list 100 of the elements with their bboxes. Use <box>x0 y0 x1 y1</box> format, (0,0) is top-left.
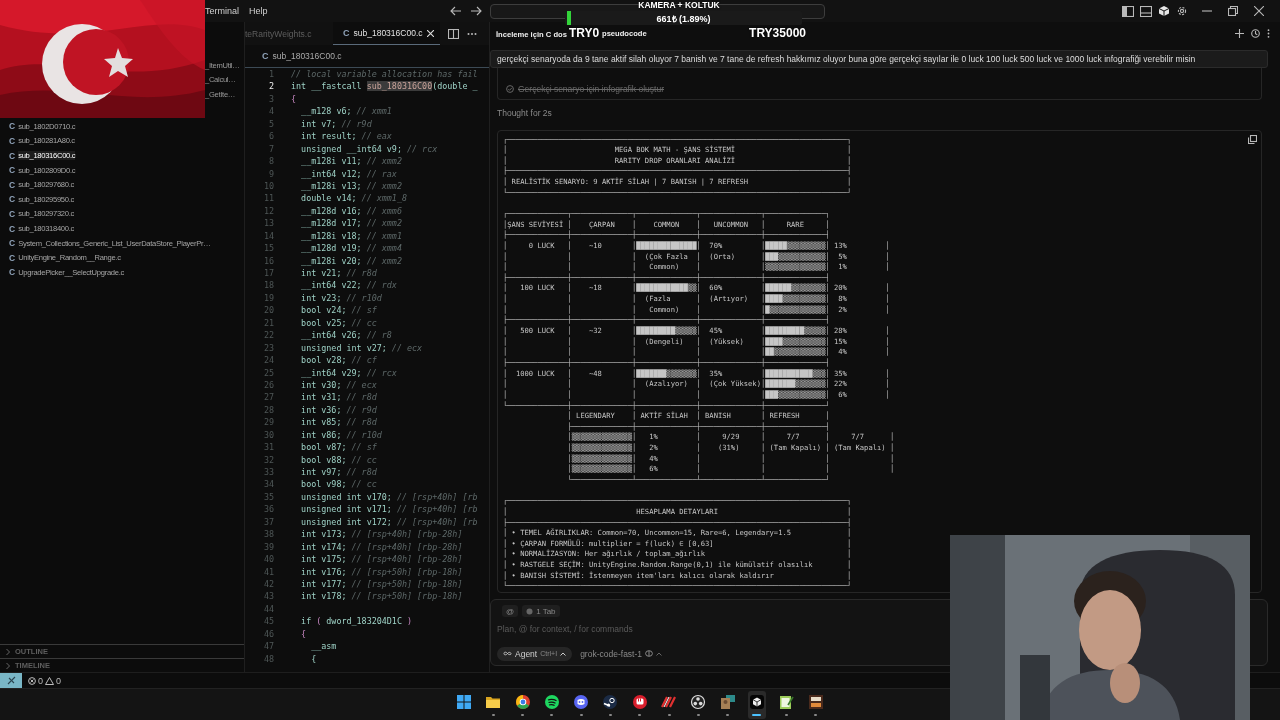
error-icon <box>28 676 36 685</box>
code-line: int v175; // [rsp+40h] [rbp-28h] <box>300 553 463 566</box>
line-number: 5 <box>267 117 274 131</box>
more-icon[interactable] <box>1267 29 1270 38</box>
line-number: 42 <box>262 577 274 591</box>
line-number: 17 <box>262 267 274 280</box>
code-line: int v174; // [rsp+40h] [rbp-28h] <box>300 540 463 554</box>
code-line: int v85; // r8d <box>300 416 377 429</box>
code-line: int v21; // r8d <box>300 267 377 280</box>
code-line: __m128i v18; // xmm1 <box>300 229 402 243</box>
sound-waves-icon <box>543 693 560 710</box>
code-line: bool v25; // cc <box>300 316 377 330</box>
tab-icon <box>526 607 534 615</box>
remote-button[interactable] <box>0 673 22 688</box>
code-line: __int64 v12; // rax <box>300 167 397 180</box>
taskbar-app-button[interactable] <box>747 690 766 719</box>
line-number: 14 <box>262 229 274 243</box>
line-number: 10 <box>262 179 274 193</box>
warning-icon <box>45 676 54 685</box>
plus-icon[interactable] <box>1235 29 1244 38</box>
history-icon[interactable] <box>1251 29 1260 38</box>
cube-icon[interactable] <box>1158 5 1170 17</box>
file-icon: C <box>9 121 16 132</box>
infinity-icon <box>503 651 512 657</box>
code-line: __m128 v6; // xmm1 <box>300 105 392 118</box>
line-number: 20 <box>262 304 274 317</box>
code-line: unsigned int v27; // ecx <box>300 341 423 355</box>
line-number: 12 <box>262 204 274 218</box>
code-line: unsigned int v170; // [rsp+40h] [rb <box>300 490 478 504</box>
goal-start-label: TRY0 <box>569 25 600 41</box>
model-selector[interactable]: grok-code-fast-1 <box>580 648 663 659</box>
file-icon: C <box>343 28 350 38</box>
line-number: 44 <box>262 602 274 616</box>
line-number: 48 <box>262 652 274 665</box>
panel-icon[interactable] <box>1140 5 1152 17</box>
code-line: __m128d v19; // xmm4 <box>300 242 402 255</box>
code-line: bool v98; // cc <box>300 478 377 491</box>
game-icon <box>807 693 824 710</box>
code-line: int v36; // r9d <box>300 403 377 417</box>
sidebar-toggle-icon[interactable] <box>1122 5 1134 17</box>
code-line: unsigned int v171; // [rsp+40h] [rb <box>300 503 478 516</box>
code-line: int __fastcall sub_180316C00(double _ <box>291 80 478 93</box>
mention-button[interactable]: @ <box>502 605 519 618</box>
editor-tab[interactable]: C sub_180316C00.c <box>333 22 440 45</box>
breadcrumb-item[interactable]: sub_180316C00.c <box>272 51 342 61</box>
line-number: 32 <box>262 453 274 466</box>
code-line: __m128i v20; // xmm2 <box>300 254 402 267</box>
code-line: bool v87; // sf <box>300 441 377 454</box>
line-number: 45 <box>262 615 274 628</box>
file-icon: C <box>9 165 16 176</box>
code-line: int v176; // [rsp+50h] [rbp-18h] <box>300 565 463 578</box>
user-message: gerçekçi senaryoda da 9 tane aktif silah oluyor 7 banish ve 7 tane de refresh hakkımız oluyor buna göre gerçekçi sayılar ile 0 luck 100 luck 500 luck ve 1000 luck infografiği verebilir misin <box>490 50 1268 68</box>
line-number: 11 <box>262 192 274 205</box>
code-line: bool v28; // cf <box>300 354 377 367</box>
restore-icon[interactable] <box>1228 6 1238 16</box>
split-editor-icon[interactable] <box>448 28 459 39</box>
cube-icon <box>748 693 765 710</box>
line-number: 31 <box>262 441 274 454</box>
code-line: __m128d v16; // xmm6 <box>300 204 402 218</box>
line-number: 37 <box>262 515 274 529</box>
todo-item: Gerçekçi senaryo için infografik oluştur <box>518 84 664 94</box>
copy-icon[interactable] <box>1248 134 1257 144</box>
line-number: 1 <box>267 68 274 81</box>
close-icon[interactable] <box>1254 6 1264 16</box>
grid-icon <box>456 693 472 710</box>
file-icon: C <box>262 51 269 61</box>
menu-item[interactable]: Help <box>249 6 268 16</box>
line-number: 43 <box>262 590 274 603</box>
menu-item[interactable]: Terminal <box>205 6 239 16</box>
code-line: int v31; // r8d <box>300 391 377 404</box>
code-line: { <box>291 92 297 106</box>
line-number: 40 <box>262 553 274 566</box>
caret-icon <box>656 651 663 656</box>
line-number: 8 <box>267 155 274 168</box>
file-icon: C <box>9 194 16 205</box>
problems-button[interactable]: 0 0 <box>28 673 62 688</box>
tab-chip[interactable]: 1 Tab <box>522 605 560 618</box>
settings-icon[interactable] <box>1176 5 1188 17</box>
fist-icon <box>631 693 648 710</box>
line-number: 41 <box>262 565 274 578</box>
line-number: 28 <box>262 403 274 417</box>
goal-amount: 661₺ (1.89%) <box>656 12 711 25</box>
line-number: 30 <box>262 428 274 442</box>
code-line: int v177; // [rsp+50h] [rbp-18h] <box>300 577 463 591</box>
line-number: 39 <box>262 540 274 554</box>
line-number: 4 <box>267 105 274 118</box>
line-number: 34 <box>262 478 274 491</box>
line-number: 27 <box>262 391 274 404</box>
file-icon: C <box>9 238 16 249</box>
forward-arrow-icon[interactable] <box>470 6 482 16</box>
code-line: // local variable allocation has fail <box>291 68 478 81</box>
line-number: 22 <box>262 329 274 342</box>
close-icon[interactable] <box>426 29 434 37</box>
code-line: int v23; // r10d <box>300 291 382 305</box>
more-icon[interactable] <box>467 31 477 36</box>
brain-icon <box>645 650 654 658</box>
aperture-icon <box>690 693 707 710</box>
line-number: 38 <box>262 528 274 541</box>
code-line: bool v24; // sf <box>300 304 377 317</box>
back-arrow-icon[interactable] <box>450 6 462 16</box>
